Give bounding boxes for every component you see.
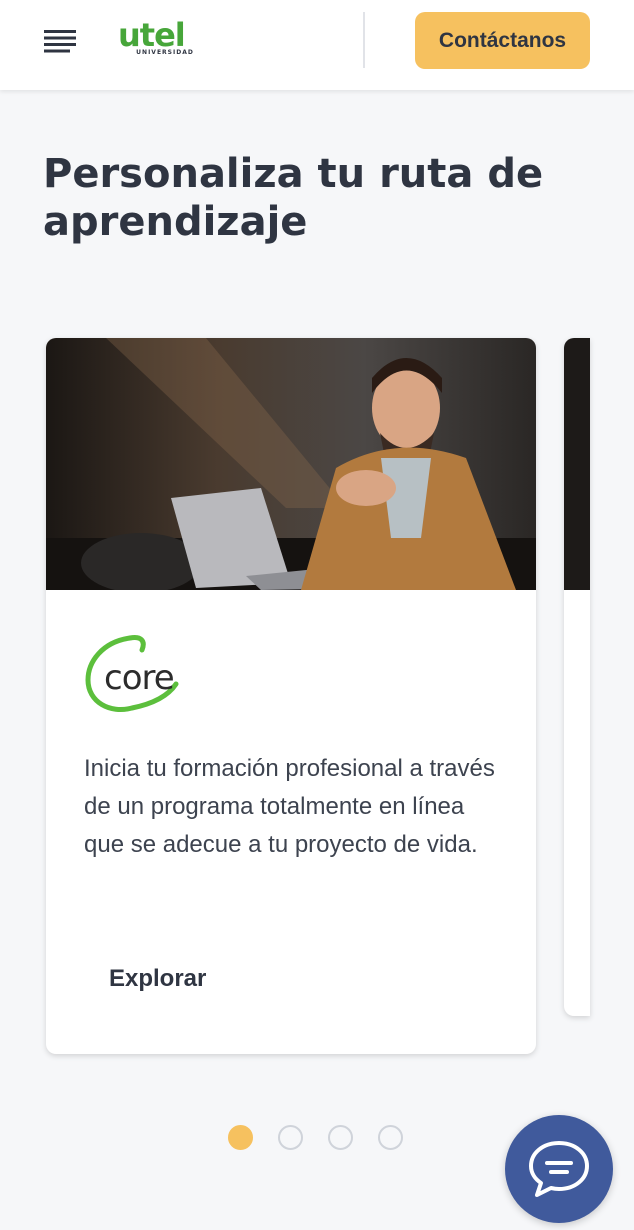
program-card[interactable]: core Inicia tu formación profesional a t… xyxy=(46,338,536,1054)
core-brand-text: core xyxy=(104,658,175,698)
hamburger-menu-icon[interactable] xyxy=(44,28,78,54)
next-card-photo xyxy=(564,338,590,590)
chat-button[interactable] xyxy=(505,1115,613,1223)
header-divider xyxy=(363,12,365,68)
card-description: Inicia tu formación profesional a través… xyxy=(84,755,495,858)
carousel-pagination xyxy=(228,1125,408,1151)
carousel-dot-1[interactable] xyxy=(228,1125,253,1150)
carousel-dot-4[interactable] xyxy=(378,1125,403,1150)
card-photo xyxy=(46,338,536,590)
explore-button[interactable]: Explorar xyxy=(109,962,239,996)
chat-bubble-icon xyxy=(529,1141,589,1197)
carousel-dot-2[interactable] xyxy=(278,1125,303,1150)
carousel-dot-3[interactable] xyxy=(328,1125,353,1150)
next-card-peek[interactable] xyxy=(564,338,590,1016)
page-title: Personaliza tu ruta de aprendizaje xyxy=(43,151,544,245)
utel-logo[interactable]: utel UNIVERSIDAD xyxy=(118,18,208,60)
logo-subtitle: UNIVERSIDAD xyxy=(136,49,194,56)
logo-wordmark: utel xyxy=(118,16,186,54)
site-header: utel UNIVERSIDAD Contáctanos xyxy=(0,0,634,90)
contact-button[interactable]: Contáctanos xyxy=(415,12,590,69)
